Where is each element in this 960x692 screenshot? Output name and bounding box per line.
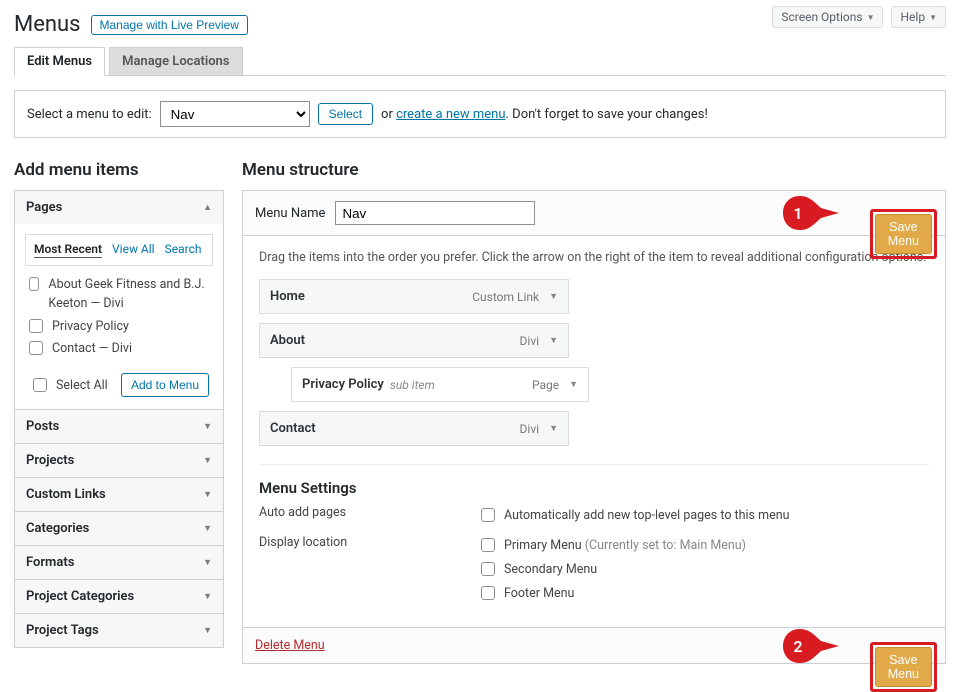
auto-add-pages-label: Auto add pages	[259, 505, 477, 529]
menu-item-sub[interactable]: Privacy Policy sub item Page ▼	[291, 367, 589, 402]
tab-edit-menus[interactable]: Edit Menus	[14, 47, 105, 76]
caret-down-icon: ▼	[549, 291, 558, 302]
page-item-checkbox[interactable]	[29, 277, 39, 291]
save-menu-button-top[interactable]: Save Menu	[875, 214, 932, 254]
caret-down-icon: ▼	[203, 455, 212, 466]
inner-tab-view-all[interactable]: View All	[112, 242, 155, 258]
create-new-menu-link[interactable]: create a new menu	[396, 107, 505, 122]
caret-down-icon: ▼	[203, 557, 212, 568]
svg-text:1: 1	[793, 204, 802, 223]
caret-up-icon: ▲	[203, 202, 212, 213]
caret-down-icon: ▼	[203, 421, 212, 432]
menu-item[interactable]: Contact Divi ▼	[259, 411, 569, 446]
caret-down-icon: ▼	[929, 13, 937, 22]
page-item-checkbox[interactable]	[29, 341, 43, 355]
add-menu-items-heading: Add menu items	[14, 160, 224, 180]
select-button[interactable]: Select	[318, 103, 373, 125]
accordion-pages[interactable]: Pages ▲	[15, 191, 223, 224]
menu-item[interactable]: About Divi ▼	[259, 323, 569, 358]
select-menu-label: Select a menu to edit:	[27, 107, 152, 122]
annotation-marker-1: 1	[783, 196, 841, 230]
inner-tab-recent[interactable]: Most Recent	[34, 242, 102, 258]
menu-name-label: Menu Name	[255, 206, 325, 221]
caret-down-icon: ▼	[203, 523, 212, 534]
svg-text:2: 2	[793, 637, 802, 656]
save-menu-button-bottom[interactable]: Save Menu	[875, 647, 932, 687]
inner-tab-search[interactable]: Search	[165, 242, 202, 258]
nav-tabs: Edit Menus Manage Locations	[14, 47, 946, 76]
location-footer[interactable]: Footer Menu	[477, 583, 746, 603]
accordion-posts[interactable]: Posts▼	[15, 410, 223, 443]
caret-down-icon: ▼	[203, 591, 212, 602]
help-label: Help	[900, 10, 925, 24]
auto-add-pages-checkbox[interactable]	[481, 508, 495, 522]
caret-down-icon: ▼	[549, 335, 558, 346]
delete-menu-link[interactable]: Delete Menu	[255, 638, 325, 653]
menu-item[interactable]: Home Custom Link ▼	[259, 279, 569, 314]
location-footer-checkbox[interactable]	[481, 586, 495, 600]
add-to-menu-button[interactable]: Add to Menu	[121, 373, 209, 397]
tab-manage-locations[interactable]: Manage Locations	[109, 47, 242, 75]
screen-options-label: Screen Options	[781, 10, 862, 24]
menu-structure-heading: Menu structure	[242, 160, 946, 180]
display-location-label: Display location	[259, 535, 477, 607]
caret-down-icon: ▼	[569, 379, 578, 390]
accordion-project-tags[interactable]: Project Tags▼	[15, 614, 223, 647]
page-item[interactable]: About Geek Fitness and B.J. Keeton — Div…	[25, 276, 213, 314]
trailer-text: . Don't forget to save your changes!	[506, 107, 708, 122]
location-secondary[interactable]: Secondary Menu	[477, 559, 746, 579]
page-title-text: Menus	[14, 12, 81, 37]
page-item[interactable]: Contact — Divi	[25, 340, 213, 359]
accordion-projects[interactable]: Projects▼	[15, 444, 223, 477]
accordion-custom-links[interactable]: Custom Links▼	[15, 478, 223, 511]
location-primary[interactable]: Primary Menu (Currently set to: Main Men…	[477, 535, 746, 555]
auto-add-pages-option[interactable]: Automatically add new top-level pages to…	[477, 505, 790, 525]
accordion-categories[interactable]: Categories▼	[15, 512, 223, 545]
location-secondary-checkbox[interactable]	[481, 562, 495, 576]
accordion-formats[interactable]: Formats▼	[15, 546, 223, 579]
screen-options-button[interactable]: Screen Options ▼	[772, 6, 883, 28]
accordion-pages-title: Pages	[26, 200, 62, 215]
menu-select[interactable]: Nav	[160, 101, 310, 127]
menu-name-input[interactable]	[335, 201, 535, 225]
page-item[interactable]: Privacy Policy	[25, 318, 213, 337]
or-text: or	[381, 107, 393, 122]
accordion-project-categories[interactable]: Project Categories▼	[15, 580, 223, 613]
caret-down-icon: ▼	[549, 423, 558, 434]
caret-down-icon: ▼	[203, 625, 212, 636]
caret-down-icon: ▼	[867, 13, 875, 22]
pages-inner-tabs: Most Recent View All Search	[25, 234, 213, 266]
select-all-checkbox[interactable]	[33, 378, 47, 392]
menu-settings-heading: Menu Settings	[259, 464, 929, 497]
page-item-checkbox[interactable]	[29, 319, 43, 333]
drag-hint: Drag the items into the order you prefer…	[259, 250, 929, 265]
select-all[interactable]: Select All	[29, 375, 108, 395]
help-button[interactable]: Help ▼	[891, 6, 946, 28]
location-primary-checkbox[interactable]	[481, 538, 495, 552]
annotation-marker-2: 2	[783, 629, 841, 663]
live-preview-button[interactable]: Manage with Live Preview	[91, 15, 248, 35]
manage-menu-bar: Select a menu to edit: Nav Select or cre…	[14, 90, 946, 138]
caret-down-icon: ▼	[203, 489, 212, 500]
